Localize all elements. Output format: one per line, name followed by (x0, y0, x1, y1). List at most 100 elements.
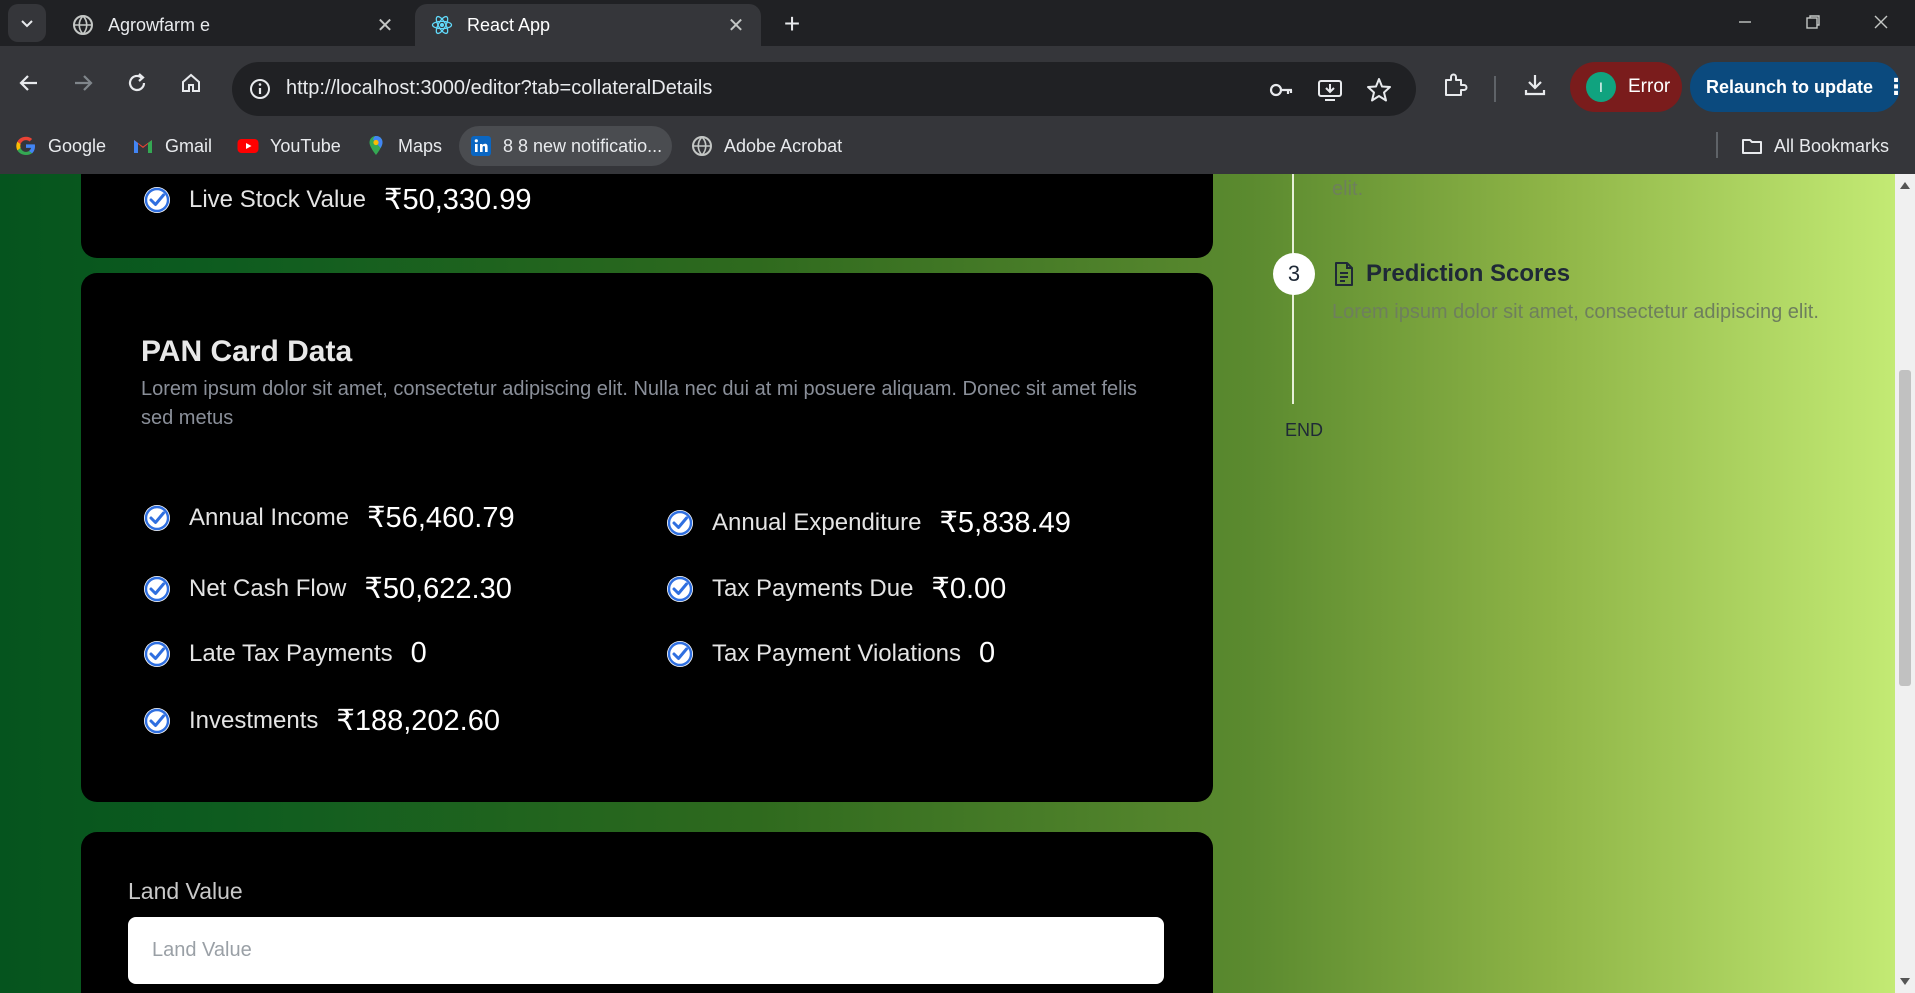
home-button[interactable] (172, 64, 210, 102)
close-icon[interactable]: ✕ (372, 12, 398, 38)
reload-button[interactable] (118, 64, 156, 102)
tab-react-app[interactable]: React App ✕ (415, 4, 761, 46)
profile-error-button[interactable]: I Error (1570, 62, 1682, 112)
tab-title: Agrowfarm e (108, 14, 211, 35)
url-text[interactable]: http://localhost:3000/editor?tab=collate… (286, 77, 712, 100)
globe-icon (72, 14, 94, 36)
page-scrollbar[interactable] (1895, 174, 1915, 993)
tab-search-button[interactable] (8, 4, 46, 42)
timeline-step-prediction-scores[interactable]: Prediction Scores (1334, 260, 1570, 288)
bookmark-google[interactable]: Google (14, 126, 106, 166)
stat-label: Late Tax Payments (189, 639, 393, 667)
scroll-down-arrow-icon[interactable] (1900, 978, 1910, 985)
bookmark-maps[interactable]: Maps (364, 126, 442, 166)
stat-annual-expenditure: Annual Expenditure ₹5,838.49 (664, 505, 1071, 540)
stat-investments: Investments ₹188,202.60 (141, 703, 500, 738)
youtube-icon (236, 134, 260, 158)
new-tab-button[interactable]: + (776, 8, 808, 40)
all-bookmarks-button[interactable]: All Bookmarks (1740, 126, 1889, 166)
bookmark-linkedin[interactable]: 8 8 new notificatio... (459, 126, 673, 166)
tab-title: React App (467, 14, 551, 35)
land-value-input[interactable] (128, 917, 1164, 984)
globe-icon (690, 134, 714, 158)
scrollbar-thumb[interactable] (1899, 370, 1911, 686)
stat-value: ₹0.00 (931, 573, 1007, 605)
key-icon[interactable] (1266, 75, 1296, 105)
home-icon (182, 73, 200, 92)
bookmark-label: Gmail (165, 135, 213, 156)
avatar: I (1586, 72, 1616, 102)
stat-live-stock-value: Live Stock Value ₹50,330.99 (141, 182, 531, 217)
close-icon[interactable]: ✕ (723, 12, 749, 38)
bookmarks-bar: Google Gmail YouTube Maps 8 8 new notifi… (0, 118, 1915, 174)
more-vert-icon[interactable]: ⋮ (1885, 74, 1907, 100)
arrow-right-icon (75, 75, 93, 91)
bookmark-label: Maps (398, 135, 443, 156)
page-content: Live Stock Value ₹50,330.99 PAN Card Dat… (0, 174, 1895, 993)
timeline-step-title: Prediction Scores (1366, 260, 1571, 287)
bookmark-adobe-acrobat[interactable]: Adobe Acrobat (690, 126, 842, 166)
check-circle-icon (144, 504, 170, 531)
minimize-button[interactable] (1711, 0, 1779, 44)
stat-value: ₹50,622.30 (364, 573, 512, 605)
bookmarks-divider (1716, 132, 1718, 158)
bookmark-label: Adobe Acrobat (724, 135, 843, 156)
check-circle-icon (667, 575, 693, 602)
google-icon (14, 134, 38, 158)
stat-label: Live Stock Value (189, 185, 366, 213)
stat-label: Annual Income (189, 503, 350, 531)
stat-value: ₹5,838.49 (939, 507, 1071, 539)
install-app-icon[interactable] (1315, 75, 1345, 105)
restore-button[interactable] (1779, 0, 1847, 44)
minimize-icon (1739, 21, 1751, 23)
stat-label: Tax Payments Due (712, 574, 914, 602)
download-icon (1524, 75, 1546, 96)
arrow-left-icon (19, 75, 37, 91)
stat-value: ₹56,460.79 (367, 502, 515, 534)
bookmark-youtube[interactable]: YouTube (236, 126, 341, 166)
linkedin-icon (469, 134, 493, 158)
stat-value: 0 (979, 637, 996, 669)
scroll-up-arrow-icon[interactable] (1900, 182, 1910, 189)
check-circle-icon (144, 640, 170, 667)
info-icon[interactable] (246, 75, 274, 103)
error-label: Error (1628, 76, 1671, 97)
gmail-icon (131, 134, 155, 158)
timeline-step-number: 3 (1273, 253, 1315, 295)
bookmark-label: YouTube (270, 135, 341, 156)
stat-label: Annual Expenditure (712, 508, 922, 536)
back-button[interactable] (10, 64, 48, 102)
bookmark-label: All Bookmarks (1774, 135, 1890, 156)
react-icon (431, 14, 453, 36)
puzzle-icon (1445, 73, 1468, 96)
extensions-button[interactable] (1438, 68, 1472, 102)
stat-label: Tax Payment Violations (712, 639, 962, 667)
land-value-label: Land Value (128, 878, 243, 904)
close-icon (1874, 15, 1888, 29)
star-icon[interactable] (1364, 75, 1394, 105)
downloads-button[interactable] (1518, 68, 1552, 102)
reload-icon (128, 73, 146, 92)
relaunch-label: Relaunch to update (1706, 76, 1874, 97)
check-circle-icon (667, 640, 693, 667)
stat-label: Net Cash Flow (189, 574, 347, 602)
bookmark-gmail[interactable]: Gmail (131, 126, 212, 166)
forward-button[interactable] (64, 64, 102, 102)
address-bar[interactable]: http://localhost:3000/editor?tab=collate… (232, 62, 1416, 116)
bookmark-label: Google (48, 135, 107, 156)
relaunch-button[interactable]: Relaunch to update ⋮ (1690, 62, 1907, 112)
bookmark-label: 8 8 new notificatio... (503, 135, 663, 156)
land-value-card: Land Value (81, 832, 1213, 993)
tab-strip: Agrowfarm e ✕ React App ✕ + (0, 0, 1915, 46)
stat-label: Investments (189, 706, 319, 734)
folder-icon (1740, 134, 1764, 158)
close-window-button[interactable] (1847, 0, 1915, 44)
document-icon (1335, 262, 1353, 286)
timeline-end-label: END (1285, 420, 1324, 440)
stat-tax-payments-due: Tax Payments Due ₹0.00 (664, 571, 1006, 606)
stat-tax-payment-violations: Tax Payment Violations 0 (664, 637, 995, 670)
tab-agrowfarm[interactable]: Agrowfarm e ✕ (56, 4, 410, 46)
maps-icon (364, 134, 388, 158)
pan-card-section: PAN Card Data Lorem ipsum dolor sit amet… (81, 273, 1213, 802)
stat-value: ₹50,330.99 (384, 184, 532, 216)
